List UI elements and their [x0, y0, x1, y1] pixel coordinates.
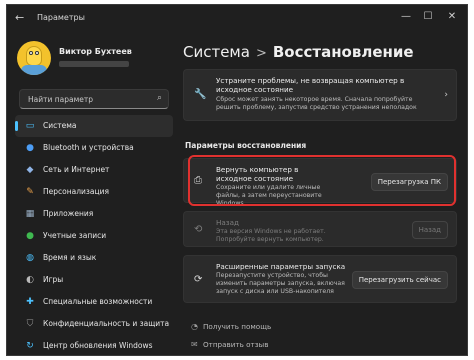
monitor-icon: ▭ [25, 121, 35, 131]
troubleshoot-description: Сброс может занять некоторое время. Снач… [216, 96, 417, 111]
sidebar-item-privacy[interactable]: ⛉ Конфиденциальность и защита [15, 313, 173, 335]
user-email-redacted [59, 61, 129, 67]
apps-icon: ▦ [25, 209, 35, 219]
sidebar-item-bluetooth[interactable]: ● Bluetooth и устройства [15, 137, 173, 159]
sidebar-item-windows-update[interactable]: ↻ Центр обновления Windows [15, 335, 173, 355]
search-box[interactable]: ⌕ [19, 89, 169, 109]
title-bar: ← Параметры — ☐ ✕ [7, 5, 467, 31]
network-icon: ◆ [26, 165, 34, 175]
sidebar-item-time-language[interactable]: ◍ Время и язык [15, 247, 173, 269]
sidebar-item-label: Сеть и Интернет [43, 165, 110, 174]
minimize-button[interactable]: — [397, 9, 415, 25]
back-arrow-icon[interactable]: ← [15, 11, 24, 24]
restart-now-button[interactable]: Перезагрузить сейчас [351, 271, 448, 289]
wrench-icon: 🔧 [194, 89, 207, 100]
startup-icon: ⟳ [194, 274, 203, 285]
go-back-title: Назад [216, 218, 240, 227]
feedback-link[interactable]: ✉ Отправить отзыв [191, 340, 268, 349]
close-button[interactable]: ✕ [443, 9, 461, 25]
sidebar-item-apps[interactable]: ▦ Приложения [15, 203, 173, 225]
sidebar-item-accessibility[interactable]: ✚ Специальные возможности [15, 291, 173, 313]
section-title: Параметры восстановления [185, 141, 307, 150]
sidebar-item-label: Конфиденциальность и защита [43, 319, 170, 328]
maximize-button[interactable]: ☐ [419, 9, 437, 25]
user-name: Виктор Бухтеев [59, 47, 132, 56]
person-icon: ● [26, 231, 34, 241]
sidebar-item-label: Время и язык [43, 253, 97, 262]
feedback-icon: ✉ [191, 340, 198, 349]
sidebar-item-label: Приложения [43, 209, 94, 218]
window-title: Параметры [37, 13, 85, 22]
advanced-startup-description: Перезапустите устройство, чтобы изменить… [216, 272, 345, 295]
shield-icon: ⛉ [26, 319, 34, 329]
highlight-frame [188, 155, 456, 206]
sidebar-item-label: Система [43, 121, 77, 130]
user-profile[interactable]: Виктор Бухтеев [17, 41, 167, 77]
avatar [17, 41, 51, 75]
sidebar-item-label: Учетные записи [43, 231, 107, 240]
sidebar-nav: ▭ Система ● Bluetooth и устройства ◆ Сет… [15, 115, 173, 355]
accessibility-icon: ✚ [26, 297, 34, 307]
troubleshoot-title: Устраните проблемы, не возвращая компьют… [216, 76, 405, 94]
history-icon: ⟲ [194, 224, 203, 235]
breadcrumb-separator: > [255, 46, 267, 61]
sidebar-item-label: Bluetooth и устройства [43, 143, 134, 152]
search-input[interactable] [28, 93, 148, 106]
sidebar-item-gaming[interactable]: ◐ Игры [15, 269, 173, 291]
breadcrumb-parent[interactable]: Система [183, 43, 250, 61]
get-help-link[interactable]: ◔ Получить помощь [191, 322, 271, 331]
brush-icon: ✎ [26, 187, 34, 197]
gamepad-icon: ◐ [26, 275, 34, 285]
go-back-description: Эта версия Windows не работает. Попробуй… [216, 228, 326, 243]
bluetooth-icon: ● [26, 143, 34, 153]
help-icon: ◔ [191, 322, 198, 331]
sidebar-item-label: Персонализация [43, 187, 109, 196]
sidebar-item-label: Специальные возможности [43, 297, 153, 306]
feedback-label: Отправить отзыв [203, 340, 269, 349]
chevron-right-icon[interactable]: › [444, 90, 448, 100]
settings-window: ← Параметры — ☐ ✕ Виктор Бухтеев ⌕ ▭ Сис… [6, 4, 468, 356]
update-icon: ↻ [26, 341, 34, 351]
sidebar-item-label: Игры [43, 275, 64, 284]
advanced-startup-title: Расширенные параметры запуска [216, 262, 346, 271]
sidebar-item-accounts[interactable]: ● Учетные записи [15, 225, 173, 247]
sidebar-item-network[interactable]: ◆ Сеть и Интернет [15, 159, 173, 181]
advanced-startup-card: ⟳ Расширенные параметры запуска Перезапу… [183, 255, 457, 303]
search-icon[interactable]: ⌕ [157, 93, 162, 103]
sidebar-item-system[interactable]: ▭ Система [15, 115, 173, 137]
globe-icon: ◍ [26, 253, 34, 263]
breadcrumb: Система > Восстановление [183, 43, 414, 61]
go-back-card: ⟲ Назад Эта версия Windows не работает. … [183, 211, 457, 247]
page-title: Восстановление [272, 43, 414, 61]
sidebar-item-label: Центр обновления Windows [43, 341, 153, 350]
troubleshoot-card[interactable]: 🔧 Устраните проблемы, не возвращая компь… [183, 69, 457, 121]
get-help-label: Получить помощь [203, 322, 272, 331]
sidebar-item-personalization[interactable]: ✎ Персонализация [15, 181, 173, 203]
go-back-button[interactable]: Назад [411, 221, 448, 239]
